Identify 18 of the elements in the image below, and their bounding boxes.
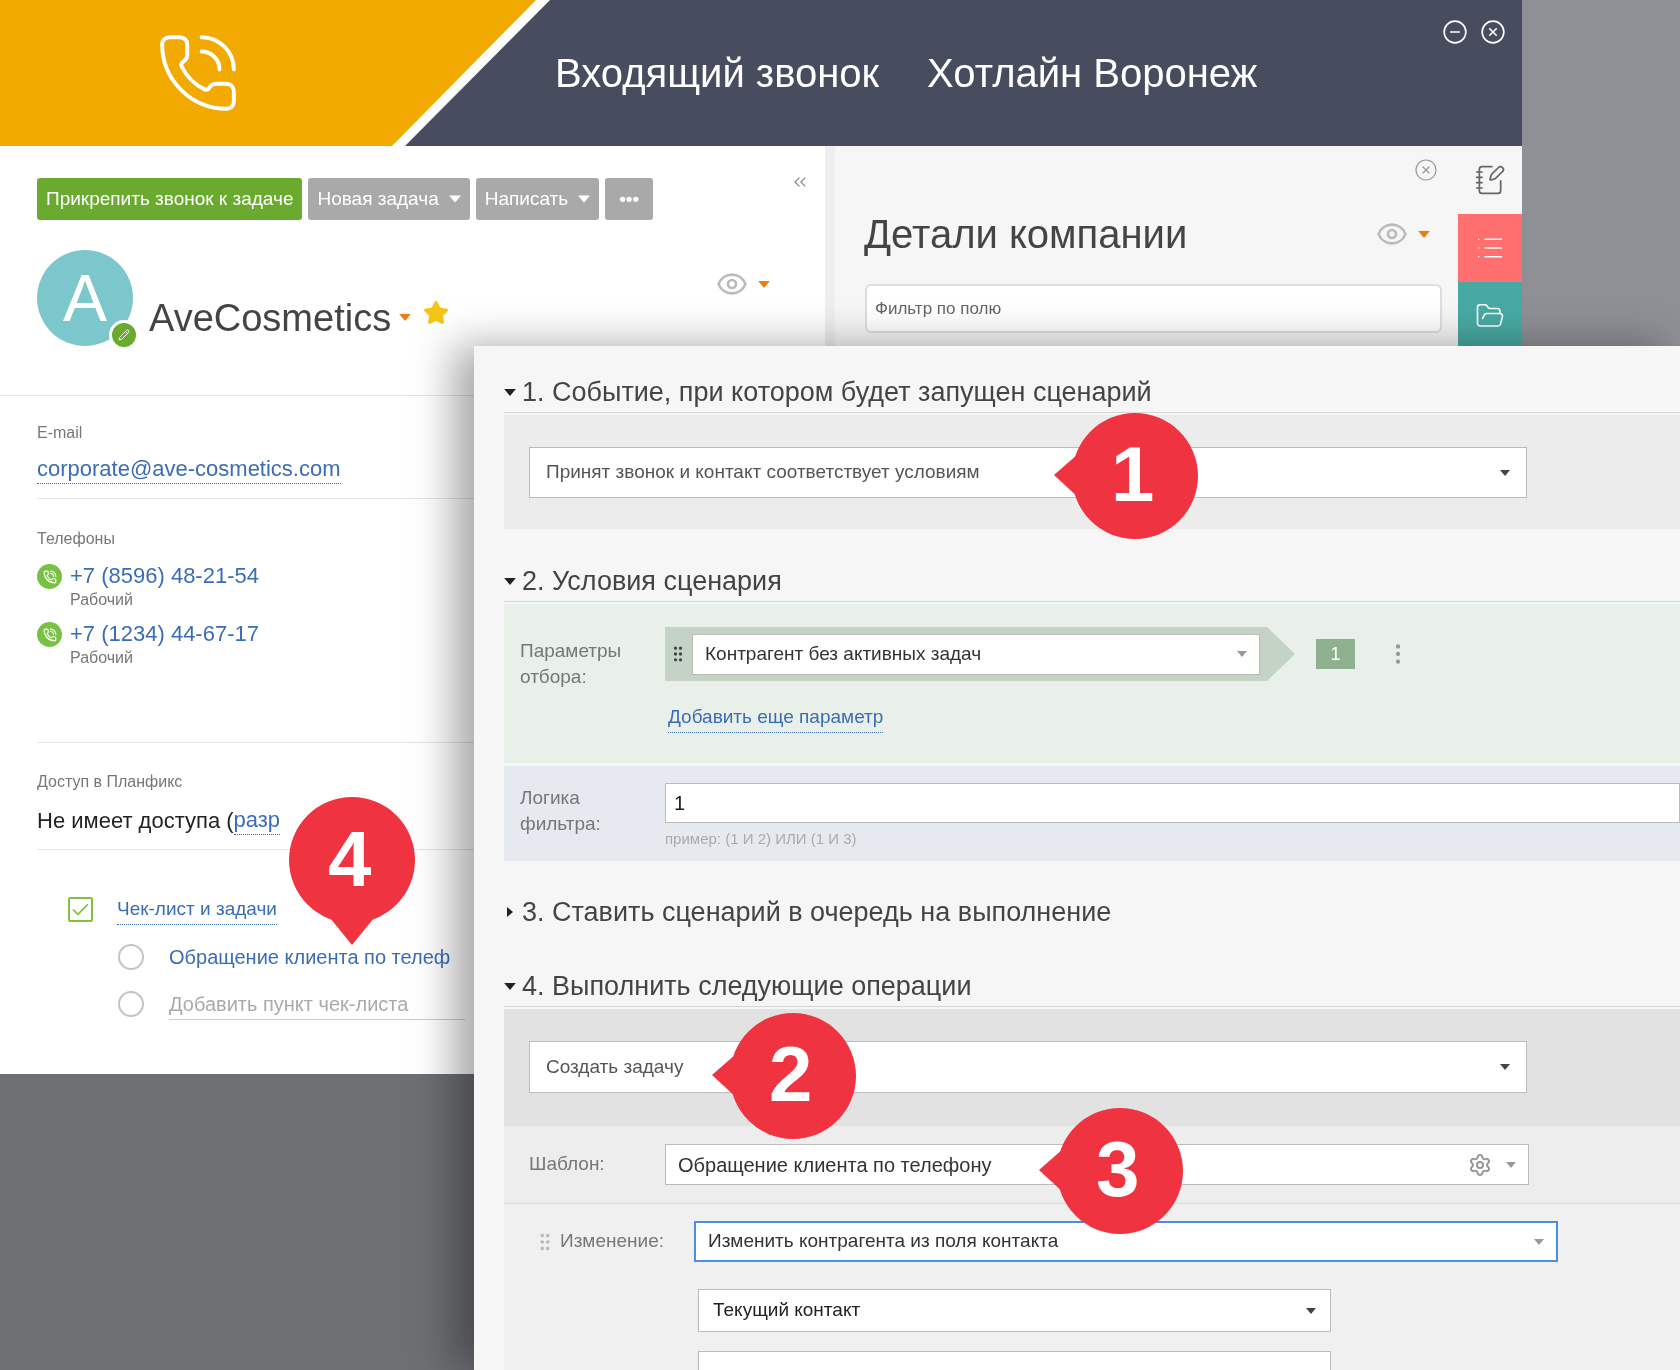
field-label: E-mail	[37, 423, 84, 443]
condition-number: 1	[1316, 639, 1355, 669]
avatar: A	[37, 250, 133, 346]
field-label: Шаблон:	[529, 1152, 606, 1177]
field-label: Изменение:	[560, 1229, 665, 1254]
field-label: Параметры отбора:	[520, 639, 623, 689]
step-tooltip: 4	[289, 797, 415, 947]
hint-text: пример: (1 И 2) ИЛИ (1 И 3)	[665, 829, 858, 849]
access-status: Не имеет доступа (	[37, 807, 234, 835]
phone-type: Рабочий	[70, 590, 134, 610]
contact-name: AveCosmetics	[149, 296, 392, 341]
field-label: Телефоны	[37, 529, 116, 549]
field-label: Логика фильтра:	[520, 786, 602, 836]
field-label: Доступ в Планфикс	[37, 772, 184, 792]
panel-title: Детали компании	[864, 211, 1188, 258]
phone-type: Рабочий	[70, 648, 134, 668]
window-title: Входящий звонок	[555, 50, 880, 97]
line-name: Хотлайн Воронеж	[927, 50, 1258, 97]
